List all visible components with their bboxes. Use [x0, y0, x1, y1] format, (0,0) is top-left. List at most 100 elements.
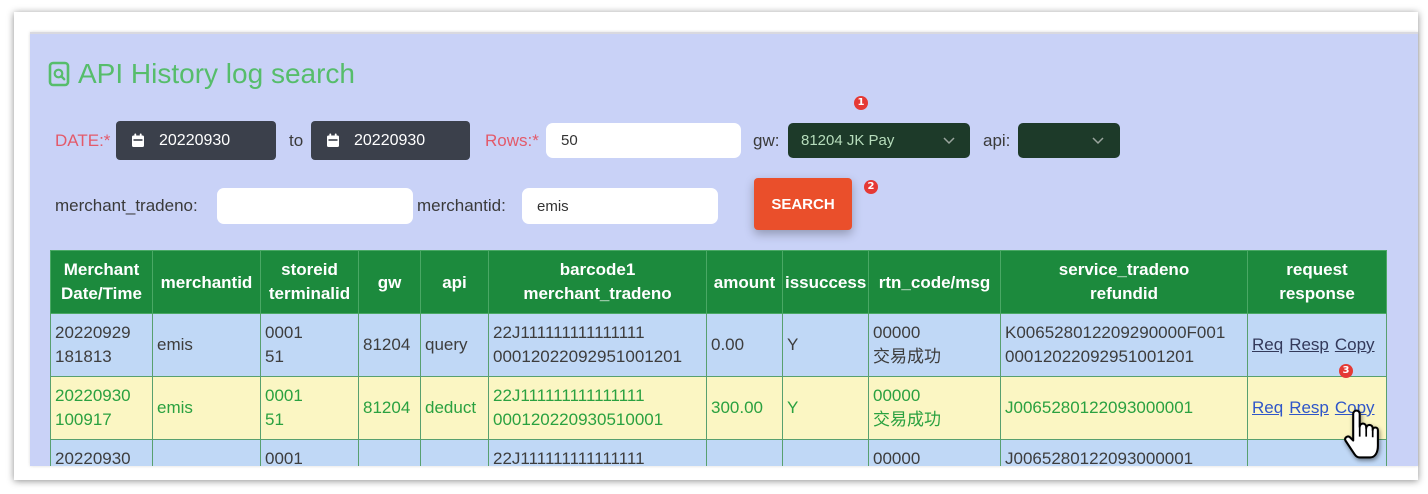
- cell-merchantid: [152, 439, 261, 466]
- cell-issuccess: [782, 439, 869, 466]
- cell-amount: [706, 439, 783, 466]
- terminalid: 51: [265, 347, 284, 366]
- merchant-tradeno: 00012022092951001201: [493, 347, 683, 366]
- to-label: to: [289, 131, 304, 150]
- results-table-container: Merchant Date/Time merchantid storeid term…: [50, 250, 1388, 466]
- cell-amount: 0.00: [706, 313, 783, 377]
- merchantid-input[interactable]: [522, 188, 718, 224]
- refundid: 00012022092951001201: [1005, 347, 1195, 366]
- storeid: 0001: [265, 386, 303, 405]
- col-header-gw: gw: [358, 250, 421, 314]
- cell-gw: 81204: [358, 313, 421, 377]
- table-row[interactable]: 20220930 100917 emis 0001 51 81204 deduct …: [50, 376, 1387, 440]
- col-header-amount: amount: [706, 250, 783, 314]
- barcode1: 22J111111111111111: [493, 449, 645, 466]
- barcode1: 22J111111111111111: [493, 323, 645, 342]
- merchant-tradeno-label: merchant_tradeno:: [55, 196, 198, 215]
- cell-merchantid: emis: [152, 313, 261, 377]
- rtn-code: 00000: [873, 386, 921, 405]
- service-tradeno: J0065280122093000001: [1005, 449, 1194, 466]
- cell-service-refund: K006528012209290000F001 00012022092951001…: [1000, 313, 1248, 377]
- merchant-date: 20220930: [55, 386, 131, 405]
- calendar-icon: [327, 133, 339, 147]
- header-line: Date/Time: [61, 284, 142, 303]
- hand-pointer-icon: [1344, 409, 1379, 459]
- req-link[interactable]: Req: [1252, 335, 1283, 354]
- api-select[interactable]: [1018, 123, 1120, 158]
- cell-rtn: 00000 交易成功: [868, 376, 1001, 440]
- cell-barcode-tradeno: 22J111111111111111: [488, 439, 707, 466]
- service-tradeno: J0065280122093000001: [1005, 398, 1194, 417]
- annotation-badge-1: 1: [854, 96, 868, 110]
- header-line: barcode1: [559, 260, 636, 279]
- cell-issuccess: Y: [782, 376, 869, 440]
- cell-store-terminal: 0001 51: [260, 313, 359, 377]
- annotation-badge-3: 3: [1339, 364, 1353, 378]
- merchant-time: 100917: [55, 410, 112, 429]
- col-header-request-response: request response: [1247, 250, 1387, 314]
- cell-gw: [358, 439, 421, 466]
- table-header-row: Merchant Date/Time merchantid storeid term…: [50, 250, 1387, 314]
- header-line: terminalid: [268, 284, 351, 303]
- chevron-down-icon: [943, 137, 955, 145]
- annotation-badge-2: 2: [864, 180, 878, 194]
- cell-service-refund: J0065280122093000001: [1000, 376, 1248, 440]
- header-line: storeid: [281, 260, 338, 279]
- table-row[interactable]: 20220930 0001 22J111111111111111 00000 J…: [50, 439, 1387, 466]
- date-label: DATE:*: [55, 131, 111, 150]
- page-title: API History log search: [78, 58, 355, 89]
- resp-link[interactable]: Resp: [1289, 335, 1329, 354]
- gw-select[interactable]: 81204 JK Pay: [788, 123, 970, 158]
- col-header-merchant-datetime: Merchant Date/Time: [50, 250, 153, 314]
- header-line: refundid: [1090, 284, 1158, 303]
- cell-rtn: 00000 交易成功: [868, 313, 1001, 377]
- cell-api: [420, 439, 489, 466]
- cell-store-terminal: 0001: [260, 439, 359, 466]
- header-line: service_tradeno: [1058, 260, 1190, 279]
- date-to-input[interactable]: 20220930: [311, 121, 470, 160]
- date-from-value: 20220930: [159, 131, 231, 149]
- cell-merchant-datetime: 20220930: [50, 439, 153, 466]
- cell-barcode-tradeno: 22J111111111111111 00012022092951001201: [488, 313, 707, 377]
- date-from-input[interactable]: 20220930: [116, 121, 276, 160]
- col-header-rtn: rtn_code/msg: [868, 250, 1001, 314]
- resp-link[interactable]: Resp: [1289, 398, 1329, 417]
- rows-label: Rows:*: [485, 131, 539, 150]
- copy-link[interactable]: Copy: [1335, 335, 1375, 354]
- merchantid-label: merchantid:: [417, 196, 506, 215]
- rtn-msg: 交易成功: [873, 347, 941, 366]
- date-to-value: 20220930: [354, 131, 426, 149]
- header-line: merchant_tradeno: [523, 284, 672, 303]
- rows-input[interactable]: [546, 123, 741, 158]
- cell-request-response: Req Resp Copy: [1247, 313, 1387, 377]
- gw-label: gw:: [753, 131, 780, 150]
- cell-merchant-datetime: 20220930 100917: [50, 376, 153, 440]
- col-header-barcode: barcode1 merchant_tradeno: [488, 250, 707, 314]
- gw-selected-value: 81204 JK Pay: [801, 132, 895, 149]
- col-header-service-refund: service_tradeno refundid: [1000, 250, 1248, 314]
- table-row[interactable]: 20220929 181813 emis 0001 51 81204 query 2…: [50, 313, 1387, 377]
- col-header-issuccess: issuccess: [782, 250, 869, 314]
- search-button[interactable]: SEARCH: [754, 178, 852, 230]
- storeid: 0001: [265, 449, 303, 466]
- results-table: Merchant Date/Time merchantid storeid term…: [50, 250, 1387, 466]
- req-link[interactable]: Req: [1252, 398, 1283, 417]
- merchant-date: 20220930: [55, 449, 131, 466]
- cell-api: deduct: [420, 376, 489, 440]
- merchant-time: 181813: [55, 347, 112, 366]
- api-label: api:: [983, 131, 1011, 150]
- rtn-code: 00000: [873, 323, 921, 342]
- cell-barcode-tradeno: 22J111111111111111 000120220930510001: [488, 376, 707, 440]
- cell-api: query: [420, 313, 489, 377]
- cell-store-terminal: 0001 51: [260, 376, 359, 440]
- cell-service-refund: J0065280122093000001: [1000, 439, 1248, 466]
- merchant-date: 20220929: [55, 323, 131, 342]
- rtn-code: 00000: [873, 449, 921, 466]
- col-header-merchantid: merchantid: [152, 250, 261, 314]
- merchant-tradeno: 000120220930510001: [493, 410, 664, 429]
- col-header-api: api: [420, 250, 489, 314]
- barcode1: 22J111111111111111: [493, 386, 645, 405]
- merchant-tradeno-input[interactable]: [217, 188, 413, 224]
- header-line: response: [1279, 284, 1355, 303]
- cell-merchantid: emis: [152, 376, 261, 440]
